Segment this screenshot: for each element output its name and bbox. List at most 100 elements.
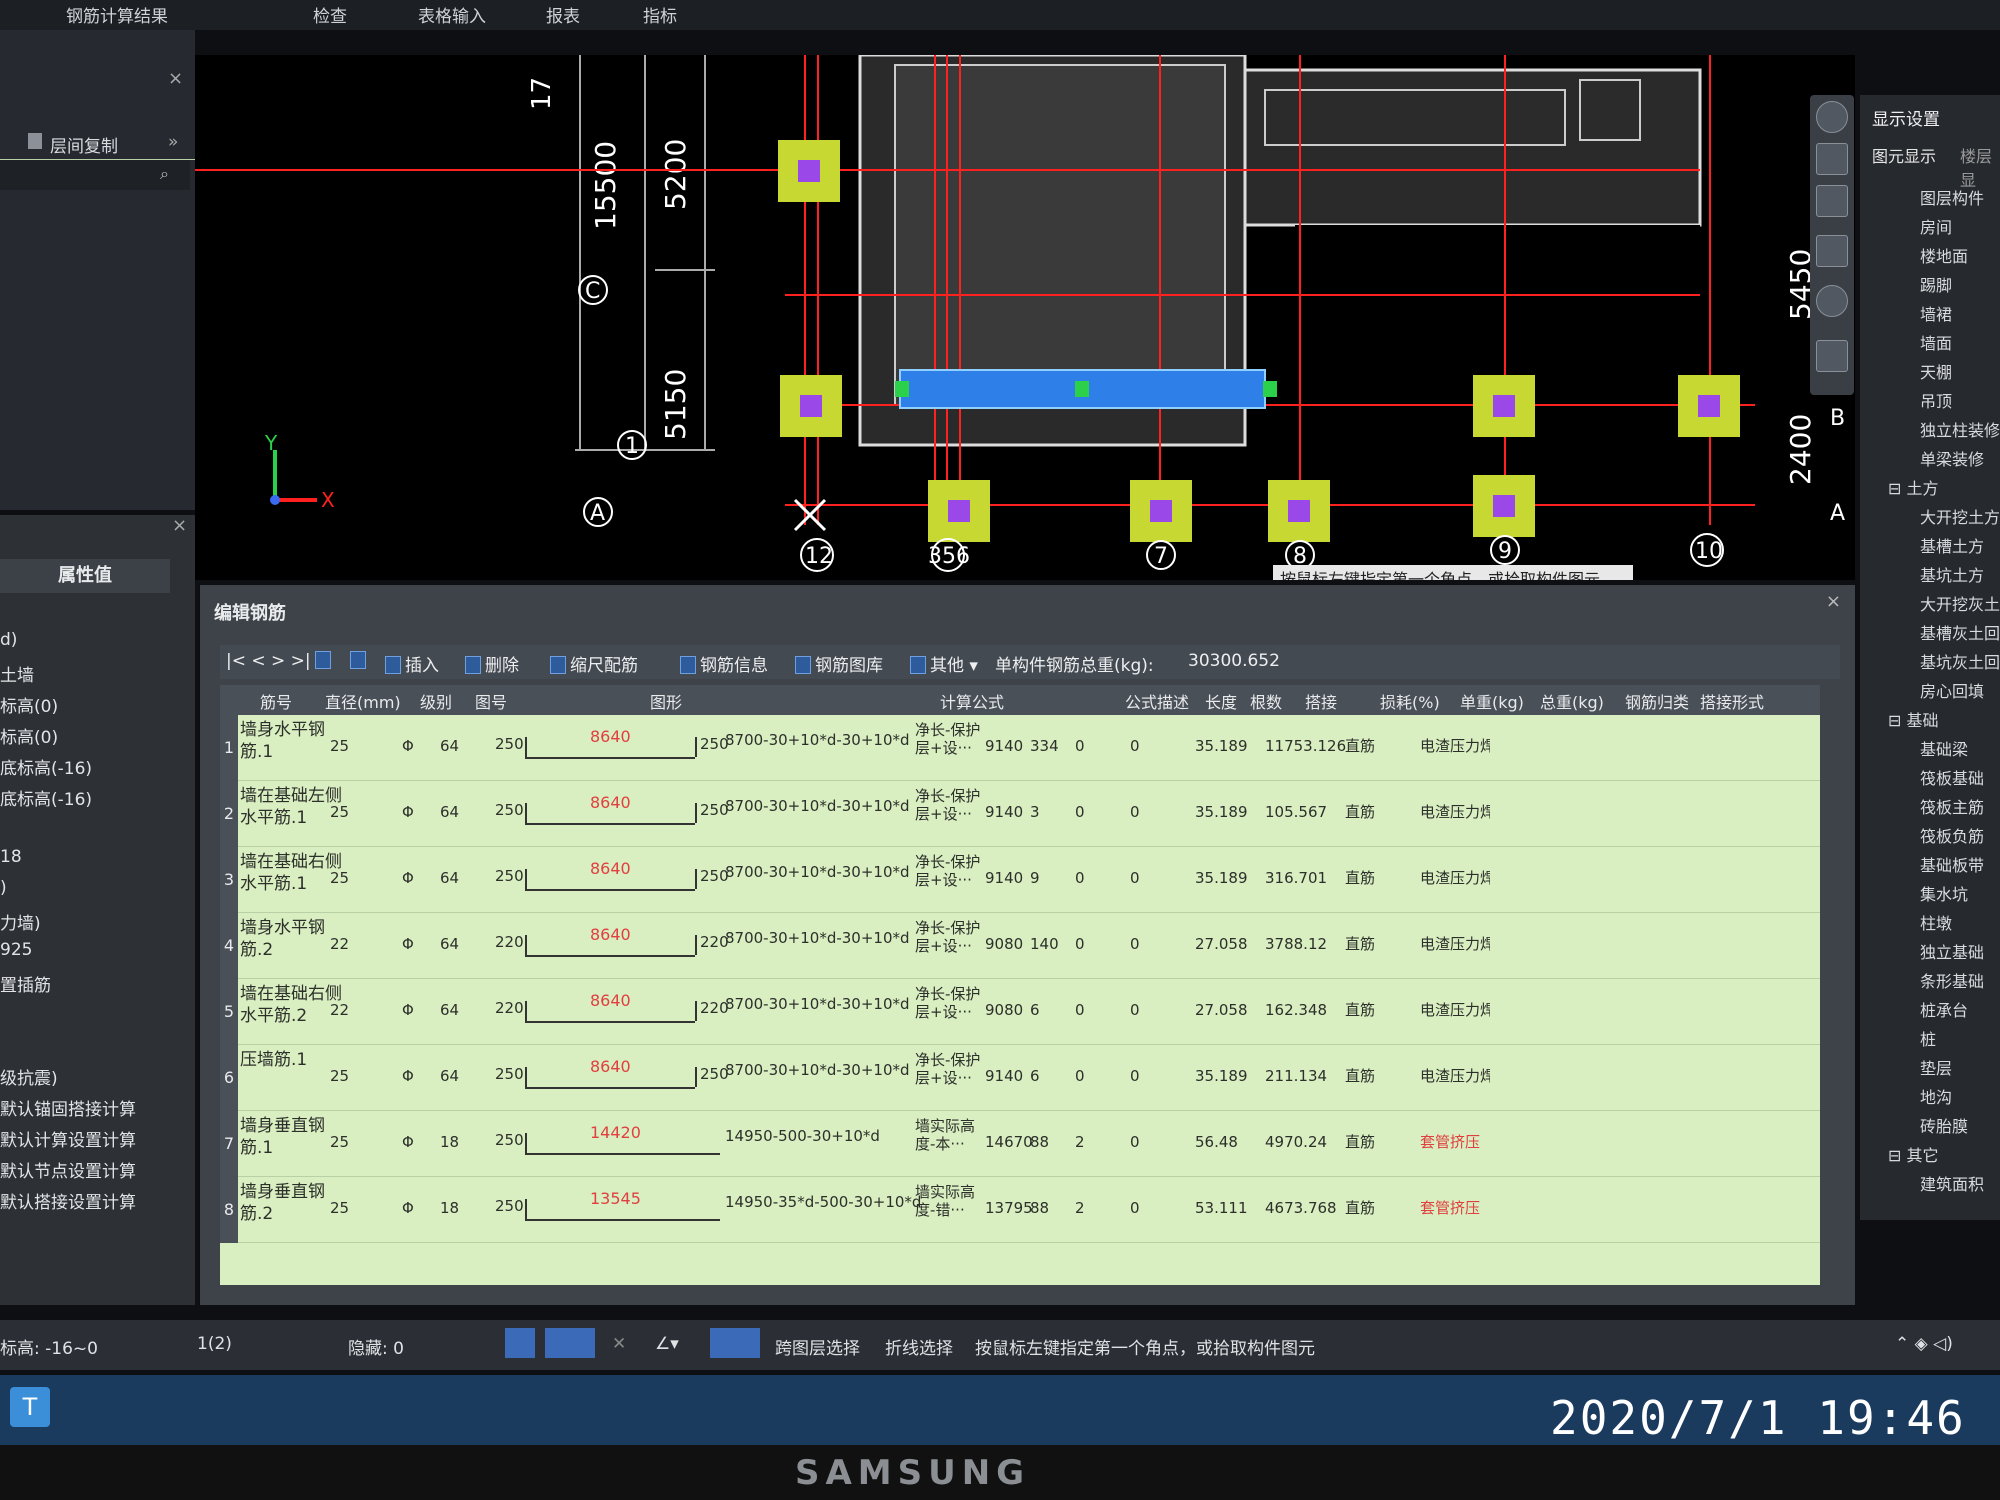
cube-icon[interactable] bbox=[1816, 185, 1848, 217]
tree-item[interactable]: 房间 bbox=[1920, 214, 1952, 238]
collapse-icon[interactable]: ⊟ bbox=[1888, 711, 1907, 730]
tree-item[interactable]: 柱墩 bbox=[1920, 910, 1952, 934]
menu-check[interactable]: 检查 bbox=[313, 2, 347, 27]
property-row[interactable]: 925 bbox=[0, 940, 175, 960]
tree-group[interactable]: ⊟ 其它 bbox=[1888, 1142, 1939, 1166]
column-header[interactable]: 总重(kg) bbox=[1540, 689, 1604, 713]
tree-item[interactable]: 图层构件 bbox=[1920, 185, 1984, 209]
tree-item[interactable]: 基坑灰土回 bbox=[1920, 649, 2000, 673]
collapse-icon[interactable]: ⊟ bbox=[1888, 1146, 1907, 1165]
column-header[interactable]: 计算公式 bbox=[940, 689, 1004, 713]
tree-item[interactable]: 基槽灰土回 bbox=[1920, 620, 2000, 644]
tray-icons[interactable]: ⌃ ◈ ◁) bbox=[1895, 1334, 1953, 1354]
tab-floor-display[interactable]: 楼层显 bbox=[1960, 143, 2000, 191]
table-row[interactable]: 3 墙在基础右侧水平筋.1 25 Φ 64 250 250 8640 8700-30+10*d-… bbox=[220, 847, 1820, 913]
property-row[interactable]: 18 bbox=[0, 847, 175, 867]
column-header[interactable]: 长度 bbox=[1205, 689, 1237, 713]
select-box-icon[interactable] bbox=[545, 1328, 595, 1358]
property-row[interactable]: 标高(0) bbox=[0, 692, 175, 717]
column-header[interactable]: 单重(kg) bbox=[1460, 689, 1524, 713]
property-row[interactable]: 默认搭接设置计算 bbox=[0, 1188, 175, 1213]
box-view-icon[interactable] bbox=[1816, 235, 1848, 267]
rebar-table[interactable]: 筋号 直径(mm) 级别 图号 图形 计算公式 公式描述 长度 根数 搭接 损耗(%) 单重(kg) 总… bbox=[220, 685, 1820, 1285]
tree-item[interactable]: 筏板基础 bbox=[1920, 765, 1984, 789]
column-header[interactable]: 图形 bbox=[650, 689, 682, 713]
tree-item[interactable]: 房心回填 bbox=[1920, 678, 1984, 702]
tree-item[interactable]: 墙裙 bbox=[1920, 301, 1952, 325]
property-row[interactable]: 土墙 bbox=[0, 661, 175, 686]
search-input[interactable]: ⌕ bbox=[0, 160, 190, 190]
cad-viewport[interactable]: 17 15500 5200 5150 5450 2400 C A A B 1 1… bbox=[195, 55, 1855, 580]
insert-button[interactable]: 插入 bbox=[385, 651, 439, 676]
cancel-icon[interactable]: ✕ bbox=[612, 1334, 626, 1354]
property-row[interactable]: 默认锚固搭接计算 bbox=[0, 1095, 175, 1120]
cross-layer-select-button[interactable]: 跨图层选择 bbox=[775, 1334, 860, 1359]
tree-item[interactable]: 大开挖土方 bbox=[1920, 504, 2000, 528]
view-3d-icon[interactable] bbox=[1816, 143, 1848, 175]
cad-drawing[interactable]: 17 15500 5200 5150 5450 2400 C A A B 1 1… bbox=[195, 55, 1855, 580]
tree-item[interactable]: 桩 bbox=[1920, 1026, 1936, 1050]
column-header[interactable]: 级别 bbox=[420, 689, 452, 713]
column-header[interactable]: 直径(mm) bbox=[325, 689, 401, 713]
tree-item[interactable]: 基础板带 bbox=[1920, 852, 1984, 876]
tab-element-display[interactable]: 图元显示 bbox=[1872, 143, 1936, 167]
move-up-icon[interactable] bbox=[315, 651, 335, 671]
tree-item[interactable]: 天棚 bbox=[1920, 359, 1952, 383]
rebar-library-button[interactable]: 钢筋图库 bbox=[795, 651, 883, 676]
column-header[interactable]: 搭接形式 bbox=[1700, 689, 1764, 713]
tree-item[interactable]: 基槽土方 bbox=[1920, 533, 1984, 557]
tree-group[interactable]: ⊟ 基础 bbox=[1888, 707, 1939, 731]
column-header[interactable]: 图号 bbox=[475, 689, 507, 713]
tree-item[interactable]: 筏板负筋 bbox=[1920, 823, 1984, 847]
menu-report[interactable]: 报表 bbox=[546, 2, 580, 27]
column-header[interactable]: 根数 bbox=[1250, 689, 1282, 713]
collapse-icon[interactable]: ⊟ bbox=[1888, 479, 1907, 498]
property-row[interactable]: 标高(0) bbox=[0, 723, 175, 748]
orbit-icon[interactable] bbox=[1816, 101, 1848, 133]
search-icon[interactable]: ⌕ bbox=[160, 164, 169, 184]
column-header[interactable]: 钢筋归类 bbox=[1625, 689, 1689, 713]
property-row[interactable]: 置插筋 bbox=[0, 971, 175, 996]
tree-item[interactable]: 建筑面积 bbox=[1920, 1171, 1984, 1195]
menu-index[interactable]: 指标 bbox=[643, 2, 677, 27]
tree-item[interactable]: 吊顶 bbox=[1920, 388, 1952, 412]
property-row[interactable]: 底标高(-16) bbox=[0, 785, 175, 810]
tree-item[interactable]: 砖胎膜 bbox=[1920, 1113, 1968, 1137]
tree-item[interactable]: 独立柱装修 bbox=[1920, 417, 2000, 441]
rebar-info-button[interactable]: 钢筋信息 bbox=[680, 651, 768, 676]
column-header[interactable]: 损耗(%) bbox=[1380, 689, 1440, 713]
tree-item[interactable]: 墙面 bbox=[1920, 330, 1952, 354]
scale-rebar-button[interactable]: 缩尺配筋 bbox=[550, 651, 638, 676]
menu-rebar-result[interactable]: 钢筋计算结果 bbox=[66, 2, 168, 27]
column-header[interactable]: 公式描述 bbox=[1125, 689, 1189, 713]
delete-button[interactable]: 删除 bbox=[465, 651, 519, 676]
angle-icon[interactable]: ∠▾ bbox=[655, 1334, 679, 1354]
tree-item[interactable]: 地沟 bbox=[1920, 1084, 1952, 1108]
table-row[interactable]: 5 墙在基础右侧水平筋.2 22 Φ 64 220 220 8640 8700-30+10*d-… bbox=[220, 979, 1820, 1045]
layer-copy-button[interactable]: 层间复制 bbox=[50, 132, 118, 157]
chevron-right-icon[interactable]: » bbox=[168, 132, 178, 152]
table-row[interactable]: 4 墙身水平钢筋.2 22 Φ 64 220 220 8640 8700-30+10*d-30+… bbox=[220, 913, 1820, 979]
tree-item[interactable]: 筏板主筋 bbox=[1920, 794, 1984, 818]
property-row[interactable]: ) bbox=[0, 878, 175, 898]
tree-item[interactable]: 独立基础 bbox=[1920, 939, 1984, 963]
close-icon[interactable]: × bbox=[1826, 591, 1841, 612]
property-row[interactable]: 底标高(-16) bbox=[0, 754, 175, 779]
rotate-icon[interactable] bbox=[1816, 285, 1848, 317]
tree-item[interactable]: 条形基础 bbox=[1920, 968, 1984, 992]
tree-item[interactable]: 基坑土方 bbox=[1920, 562, 1984, 586]
close-icon[interactable]: × bbox=[168, 68, 183, 89]
ortho-icon[interactable] bbox=[505, 1328, 535, 1358]
snap-icon[interactable] bbox=[710, 1328, 760, 1358]
tree-item[interactable]: 踢脚 bbox=[1920, 272, 1952, 296]
column-header[interactable]: 筋号 bbox=[260, 689, 292, 713]
tree-item[interactable]: 楼地面 bbox=[1920, 243, 1968, 267]
polyline-select-button[interactable]: 折线选择 bbox=[885, 1334, 953, 1359]
tree-group[interactable]: ⊟ 土方 bbox=[1888, 475, 1939, 499]
tree-item[interactable]: 垫层 bbox=[1920, 1055, 1952, 1079]
column-header[interactable]: 搭接 bbox=[1305, 689, 1337, 713]
property-row[interactable]: 力墙) bbox=[0, 909, 175, 934]
property-row[interactable]: 默认节点设置计算 bbox=[0, 1157, 175, 1182]
other-menu-button[interactable]: 其他 ▾ bbox=[910, 651, 978, 676]
tree-item[interactable]: 大开挖灰土 bbox=[1920, 591, 2000, 615]
